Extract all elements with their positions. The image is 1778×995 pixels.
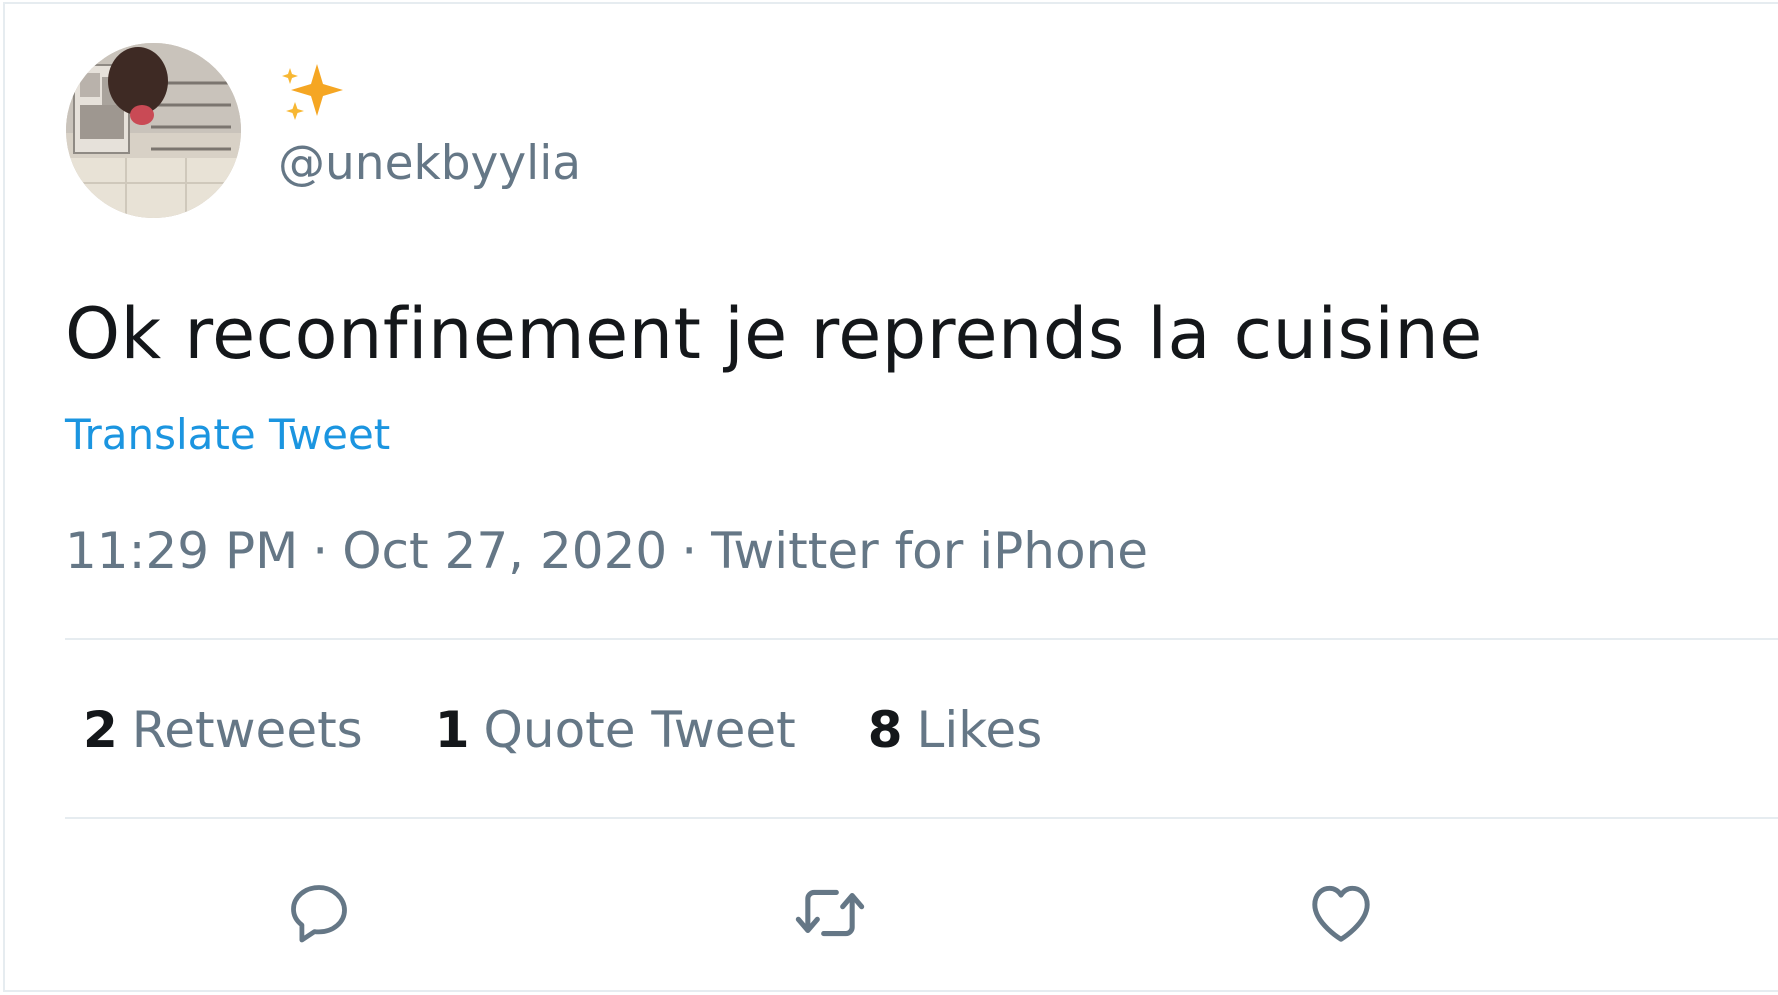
like-button[interactable] [1296,868,1386,958]
heart-icon [1312,885,1370,942]
meta-separator: · [312,522,329,580]
likes-label: Likes [916,701,1043,759]
tweet-card: ✨ @unekbyylia Ok reconfinement je repren… [3,2,1778,992]
quote-tweets-label: Quote Tweet [483,701,796,759]
tweet-text: Ok reconfinement je reprends la cuisine [65,293,1483,375]
engagement-stats: 2 Retweets 1 Quote Tweet 8 Likes [83,700,1114,760]
likes-stat[interactable]: 8 Likes [868,700,1043,760]
tweet-meta: 11:29 PM · Oct 27, 2020 · Twitter for iPhone [65,521,1148,581]
reply-button[interactable] [274,868,364,958]
tweet-source[interactable]: Twitter for iPhone [711,522,1148,580]
avatar[interactable] [66,43,241,218]
avatar-image [66,43,241,218]
display-name[interactable]: ✨ [277,56,347,126]
user-handle[interactable]: @unekbyylia [278,134,581,194]
likes-count: 8 [867,701,903,759]
divider [65,817,1778,819]
sparkles-icon [282,64,343,120]
tweet-time[interactable]: 11:29 PM [65,522,298,580]
divider [65,638,1778,640]
quote-tweets-count: 1 [434,701,470,759]
quote-tweets-stat[interactable]: 1 Quote Tweet [435,700,796,760]
retweet-icon [795,889,865,937]
translate-tweet-link[interactable]: Translate Tweet [65,409,390,461]
meta-separator: · [681,522,698,580]
retweets-label: Retweets [131,701,363,759]
retweet-button[interactable] [785,868,875,958]
reply-icon [291,885,347,943]
tweet-date[interactable]: Oct 27, 2020 [342,522,667,580]
retweets-stat[interactable]: 2 Retweets [83,700,363,760]
retweets-count: 2 [83,701,118,759]
